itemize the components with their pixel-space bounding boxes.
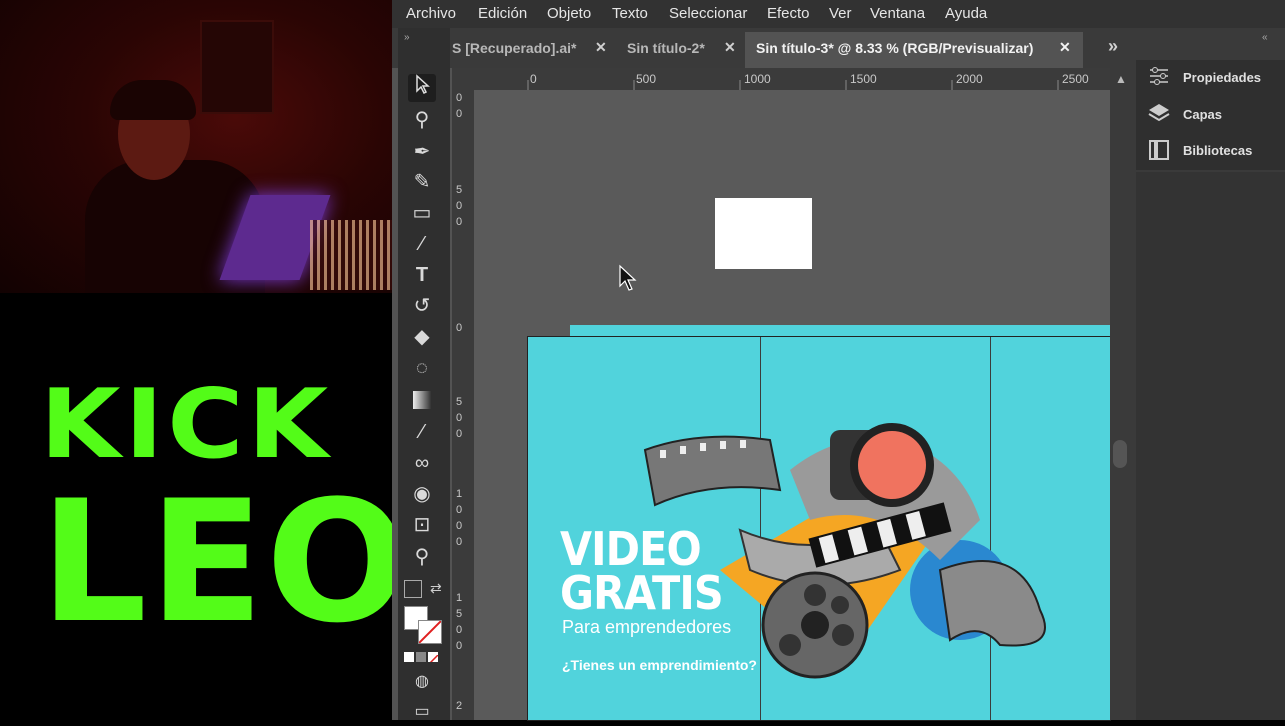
- ruler-top-label: 2000: [956, 72, 983, 86]
- ruler-top-label: 1500: [850, 72, 877, 86]
- lasso-tool-icon[interactable]: ◌: [408, 354, 436, 382]
- artboard-tool-icon[interactable]: ⊡: [408, 511, 436, 539]
- selection-tool-icon[interactable]: [408, 74, 436, 102]
- color-mode-icon[interactable]: [404, 652, 414, 662]
- toolbar-collapse-icon[interactable]: »: [404, 32, 410, 43]
- ruler-left-label: 00: [455, 92, 463, 120]
- scroll-up-icon[interactable]: ▲: [1115, 72, 1127, 86]
- magic-wand-icon[interactable]: ⚲: [408, 106, 436, 134]
- mouse-cursor-icon: [619, 264, 637, 291]
- ruler-left-label: 1000: [455, 488, 463, 548]
- kick-logo-line2: LEO: [40, 464, 411, 660]
- tab-sin-titulo-2[interactable]: Sin título-2*: [627, 40, 705, 56]
- pen-tool-icon[interactable]: ✒: [408, 138, 436, 166]
- menu-bar: Archivo Edición Objeto Texto Seleccionar…: [392, 0, 1285, 28]
- default-colors-icon[interactable]: [404, 580, 422, 598]
- rotate-tool-icon[interactable]: ↺: [408, 292, 436, 320]
- blend-tool-icon[interactable]: ∞: [408, 449, 436, 477]
- vertical-scrollbar[interactable]: [1110, 68, 1132, 720]
- menu-edicion[interactable]: Edición: [478, 5, 527, 22]
- ruler-left-label: 500: [455, 396, 463, 440]
- menu-seleccionar[interactable]: Seleccionar: [669, 5, 747, 22]
- zoom-tool-icon[interactable]: ⚲: [408, 543, 436, 571]
- toolbar-header: »: [398, 28, 450, 68]
- draw-mode-icon[interactable]: ◍: [408, 668, 436, 696]
- paintbrush-tool-icon[interactable]: ⁄: [408, 230, 436, 258]
- artboard-headline-line2: GRATIS: [560, 566, 724, 620]
- menu-ventana[interactable]: Ventana: [870, 5, 925, 22]
- eyedropper-tool-icon[interactable]: ⁄: [408, 418, 436, 446]
- rectangle-tool-icon[interactable]: ▭: [408, 199, 436, 227]
- webcam-feed: [0, 0, 392, 293]
- panel-item-capas[interactable]: Capas: [1183, 107, 1222, 122]
- menu-objeto[interactable]: Objeto: [547, 5, 591, 22]
- none-mode-icon[interactable]: [428, 652, 438, 662]
- ruler-left-label: 0: [455, 322, 463, 334]
- tab-recuperado[interactable]: S [Recuperado].ai*: [452, 40, 576, 56]
- ruler-horizontal: [452, 68, 1110, 90]
- panel-item-bibliotecas[interactable]: Bibliotecas: [1183, 143, 1252, 158]
- screen-mode-icon[interactable]: ▭: [408, 698, 436, 726]
- gradient-tool-icon[interactable]: [408, 386, 436, 414]
- tab-sin-titulo-3-close-icon[interactable]: ✕: [1059, 39, 1071, 56]
- layers-icon[interactable]: [1148, 102, 1170, 129]
- artboard-question: ¿Tienes un emprendimiento?: [562, 657, 757, 673]
- gradient-mode-icon[interactable]: [416, 652, 426, 662]
- menu-archivo[interactable]: Archivo: [406, 5, 456, 22]
- small-artboard[interactable]: [715, 198, 812, 269]
- ruler-top-label: 2500: [1062, 72, 1089, 86]
- shape-builder-icon[interactable]: ◉: [408, 480, 436, 508]
- tab-sin-titulo-2-close-icon[interactable]: ✕: [724, 39, 736, 56]
- panel-collapse-icon[interactable]: «: [1262, 32, 1268, 43]
- swap-colors-icon[interactable]: ⇄: [430, 580, 442, 597]
- tab-sin-titulo-3[interactable]: Sin título-3* @ 8.33 % (RGB/Previsualiza…: [756, 40, 1033, 56]
- scrollbar-thumb[interactable]: [1113, 440, 1127, 468]
- ruler-left-label: 500: [455, 184, 463, 228]
- eraser-tool-icon[interactable]: ◆: [408, 323, 436, 351]
- menu-ver[interactable]: Ver: [829, 5, 852, 22]
- menu-ayuda[interactable]: Ayuda: [945, 5, 987, 22]
- ruler-left-label: 1500: [455, 592, 463, 652]
- curvature-tool-icon[interactable]: ✎: [408, 168, 436, 196]
- ruler-top-label: 0: [530, 72, 537, 86]
- panel-item-propiedades[interactable]: Propiedades: [1183, 70, 1261, 85]
- properties-icon[interactable]: [1148, 66, 1170, 91]
- ruler-top-label: 500: [636, 72, 657, 86]
- webcam-keyboard: [310, 220, 392, 290]
- webcam-person-hair: [110, 80, 196, 120]
- webcam-background-shelf: [200, 20, 274, 114]
- tab-overflow-icon[interactable]: »: [1108, 36, 1118, 57]
- menu-texto[interactable]: Texto: [612, 5, 648, 22]
- artboard-subline: Para emprendedores: [562, 617, 732, 637]
- panel-empty-area: [1136, 172, 1285, 720]
- tab-recuperado-close-icon[interactable]: ✕: [595, 39, 607, 56]
- stroke-color-swatch[interactable]: [418, 620, 442, 644]
- kick-logo-line1: KICK: [40, 367, 333, 481]
- type-tool-icon[interactable]: T: [408, 261, 436, 289]
- ruler-left-label: 2: [455, 700, 463, 712]
- ruler-top-label: 1000: [744, 72, 771, 86]
- menu-efecto[interactable]: Efecto: [767, 5, 810, 22]
- libraries-icon[interactable]: [1148, 139, 1170, 166]
